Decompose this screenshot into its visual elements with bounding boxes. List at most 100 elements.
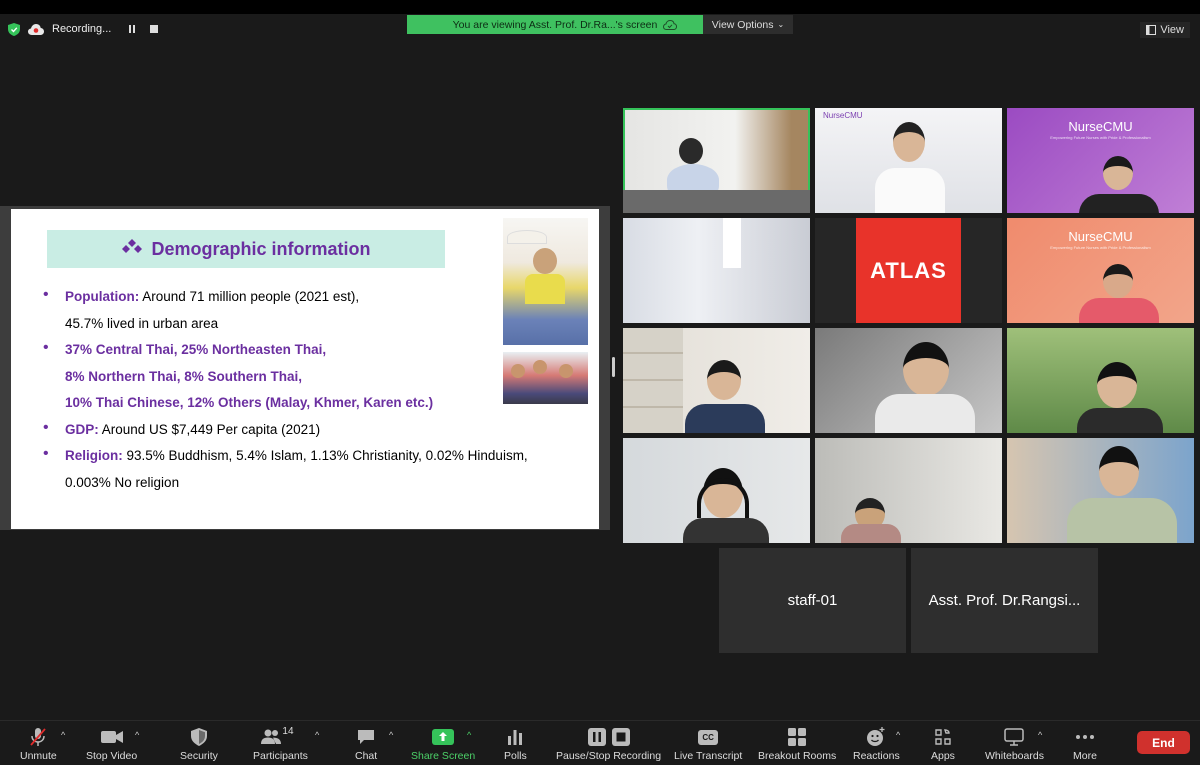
share-screen-label: Share Screen <box>411 750 476 762</box>
participant-video-tile[interactable] <box>1007 438 1194 543</box>
participant-name: Asst. Prof. Dr.Rangsi... <box>928 592 1081 609</box>
reactions-chevron-icon[interactable]: ^ <box>896 730 900 740</box>
whiteboard-icon <box>1004 727 1025 747</box>
chat-chevron-icon[interactable]: ^ <box>389 730 393 740</box>
reactions-button[interactable]: Reactions <box>853 727 900 762</box>
participant-video-tile[interactable]: NurseCMU Empowering Future Nurses with P… <box>1007 108 1194 213</box>
whiteboards-label: Whiteboards <box>985 750 1044 762</box>
participants-chevron-icon[interactable]: ^ <box>315 730 319 740</box>
live-transcript-button[interactable]: CC Live Transcript <box>674 727 742 762</box>
participant-figure <box>1103 264 1133 298</box>
microphone-muted-icon <box>29 727 47 747</box>
viewing-banner: You are viewing Asst. Prof. Dr.Ra...'s s… <box>407 15 703 34</box>
share-screen-button[interactable]: Share Screen <box>411 727 475 762</box>
viewing-text: You are viewing Asst. Prof. Dr.Ra...'s s… <box>452 18 658 31</box>
breakout-rooms-label: Breakout Rooms <box>758 750 837 762</box>
thai-woman-photo <box>503 218 588 345</box>
participant-video-tile[interactable] <box>815 438 1002 543</box>
apps-button[interactable]: Apps <box>931 727 955 762</box>
chat-button[interactable]: Chat <box>355 727 377 762</box>
window-light <box>723 218 741 268</box>
participant-video-tile[interactable] <box>815 328 1002 433</box>
bullet-text: 93.5% Buddhism, 5.4% Islam, 1.13% Christ… <box>122 448 528 463</box>
top-black-bar <box>0 0 1200 14</box>
whiteboards-chevron-icon[interactable]: ^ <box>1038 730 1042 740</box>
participant-figure <box>1079 194 1159 213</box>
participant-figure <box>707 360 741 400</box>
participant-figure <box>1067 498 1177 543</box>
polls-bar-icon <box>507 727 523 747</box>
pause-stop-label: Pause/Stop Recording <box>556 750 662 762</box>
participant-figure <box>841 524 901 543</box>
atlas-logo: ATLAS <box>856 218 961 323</box>
participant-figure <box>1097 362 1137 408</box>
more-button[interactable]: More <box>1073 727 1097 762</box>
video-options-chevron-icon[interactable]: ^ <box>135 730 139 740</box>
stop-video-label: Stop Video <box>86 750 138 762</box>
stop-recording-button[interactable] <box>147 22 161 36</box>
audio-options-chevron-icon[interactable]: ^ <box>61 730 65 740</box>
share-screen-chevron-icon[interactable]: ^ <box>467 730 471 740</box>
bullet-line: 8% Northern Thai, 8% Southern Thai, <box>65 368 303 384</box>
chevron-down-icon: ⌄ <box>777 20 785 29</box>
participant-video-tile[interactable] <box>1007 328 1194 433</box>
view-options-button[interactable]: View Options ⌄ <box>703 15 793 34</box>
closed-caption-icon: CC <box>698 727 719 747</box>
participant-figure <box>875 394 975 433</box>
participant-name-tile[interactable]: Asst. Prof. Dr.Rangsi... <box>911 548 1098 653</box>
participant-video-tile[interactable]: NurseCMU <box>815 108 1002 213</box>
bookshelf <box>623 328 683 433</box>
participant-video-tile[interactable] <box>623 108 810 213</box>
participants-button[interactable]: 14 Participants <box>253 726 308 762</box>
layout-view-icon <box>1146 25 1157 35</box>
stop-video-button[interactable]: Stop Video <box>86 727 137 762</box>
security-label: Security <box>180 750 218 762</box>
split-view-resize-handle[interactable] <box>612 357 615 377</box>
screen-share-banner: You are viewing Asst. Prof. Dr.Ra...'s s… <box>407 15 793 34</box>
nursecmu-logo: NurseCMU <box>823 111 863 120</box>
view-label: View <box>1160 24 1184 36</box>
participant-video-tile[interactable] <box>623 328 810 433</box>
unmute-button[interactable]: Unmute <box>20 727 57 762</box>
view-layout-button[interactable]: View <box>1140 22 1190 38</box>
bullet-text: Around 71 million people (2021 est), <box>139 289 360 304</box>
hill-tribe-children-photo <box>503 352 588 404</box>
participant-figure <box>1103 156 1133 190</box>
participant-figure <box>893 122 925 162</box>
bullet-line2: 45.7% lived in urban area <box>65 315 219 331</box>
participant-video-tile[interactable]: ATLAS <box>815 218 1002 323</box>
participant-figure <box>903 342 949 396</box>
participant-figure <box>1077 408 1163 433</box>
virtual-bg-subtitle: Empowering Future Nurses with Pride & Pr… <box>1050 135 1151 140</box>
pause-stop-recording-button[interactable]: Pause/Stop Recording <box>556 727 661 762</box>
whiteboards-button[interactable]: Whiteboards <box>985 727 1044 762</box>
slide-title-box: Demographic information <box>47 230 445 268</box>
bullet-line2: 0.003% No religion <box>65 474 180 490</box>
apps-icon <box>934 727 952 747</box>
diamonds-icon <box>122 239 143 253</box>
participants-count: 14 <box>282 726 294 737</box>
bullet-text: Around US $7,449 Per capita (2021) <box>98 421 321 437</box>
more-dots-icon <box>1075 727 1095 747</box>
participant-name-tile[interactable]: staff-01 <box>719 548 906 653</box>
breakout-rooms-button[interactable]: Breakout Rooms <box>758 727 836 762</box>
security-button[interactable]: Security <box>180 727 218 762</box>
participant-figure <box>875 168 945 213</box>
participant-figure <box>1099 446 1139 496</box>
participant-video-tile[interactable] <box>623 218 810 323</box>
participant-video-tile[interactable]: NurseCMU Empowering Future Nurses with P… <box>1007 218 1194 323</box>
cloud-recording-icon <box>28 23 44 35</box>
smiley-plus-icon <box>866 727 886 747</box>
recording-indicator: Recording... <box>8 22 161 36</box>
virtual-bg-title: NurseCMU <box>1068 229 1133 244</box>
stop-icon <box>150 25 159 33</box>
participant-video-tile[interactable] <box>623 438 810 543</box>
polls-label: Polls <box>504 750 527 762</box>
presentation-slide: Demographic information Population: Arou… <box>11 209 599 529</box>
view-options-label: View Options <box>711 18 774 31</box>
pause-stop-recording-icon <box>587 727 630 747</box>
polls-button[interactable]: Polls <box>504 727 527 762</box>
end-meeting-button[interactable]: End <box>1137 731 1190 754</box>
pause-recording-button[interactable] <box>125 22 139 36</box>
chat-bubble-icon <box>357 727 375 747</box>
